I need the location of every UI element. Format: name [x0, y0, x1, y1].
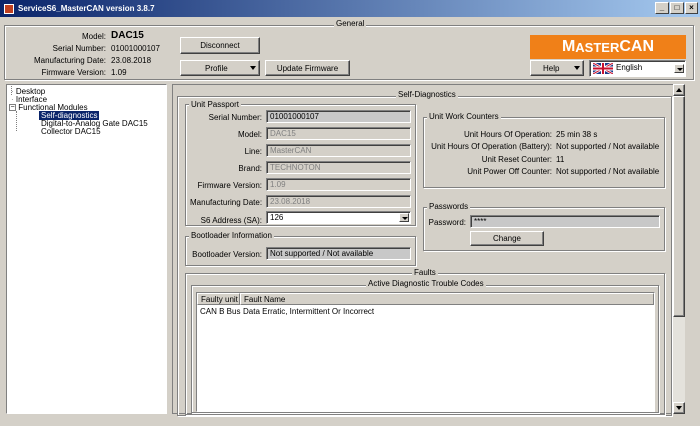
- passport-brand-label: Brand:: [238, 164, 262, 173]
- maximize-button[interactable]: □: [670, 2, 684, 14]
- sa-address-label: S6 Address (SA):: [200, 216, 262, 225]
- mfg-date-label: Manufacturing Date:: [33, 56, 106, 65]
- counter-label: Unit Hours Of Operation:: [463, 130, 552, 139]
- bootloader-version-label: Bootloader Version:: [192, 250, 262, 259]
- counter-value: Not supported / Not available: [556, 167, 660, 176]
- column-header[interactable]: Faulty unit: [197, 293, 240, 305]
- vertical-scrollbar[interactable]: [673, 84, 685, 414]
- passport-serial-label: Serial Number:: [208, 113, 262, 122]
- model-value: DAC15: [111, 30, 144, 41]
- passport-fw-label: Firmware Version:: [197, 181, 262, 190]
- tree-item-collector[interactable]: Collector DAC15: [41, 127, 101, 136]
- language-value: English: [616, 63, 643, 72]
- password-field[interactable]: ****: [470, 215, 660, 228]
- help-button[interactable]: Help: [530, 60, 584, 76]
- passport-fw-field: 1.09: [266, 178, 411, 191]
- collapse-icon[interactable]: −: [9, 104, 16, 112]
- passport-mfg-field: 23.08.2018: [266, 195, 411, 208]
- scroll-up-button[interactable]: [673, 84, 685, 96]
- chevron-down-icon: [574, 66, 580, 70]
- change-password-button[interactable]: Change: [470, 231, 544, 246]
- scroll-thumb[interactable]: [673, 96, 685, 317]
- passport-line-label: Line:: [244, 147, 262, 156]
- minimize-button[interactable]: _: [655, 2, 669, 14]
- dtc-table[interactable]: Faulty unit Fault Name CAN B Bus Data Er…: [196, 292, 655, 412]
- counter-label: Unit Hours Of Operation (Battery):: [431, 142, 552, 151]
- title-bar[interactable]: ServiceS6_MasterCAN version 3.8.7: [0, 0, 700, 17]
- table-cell: CAN B Bus: [200, 307, 241, 316]
- profile-button[interactable]: Profile: [180, 60, 260, 76]
- passwords-legend: Passwords: [427, 202, 471, 211]
- chevron-down-icon[interactable]: [399, 213, 409, 222]
- arrow-down-icon: [676, 406, 682, 410]
- app-icon: [4, 3, 14, 14]
- passport-mfg-label: Manufacturing Date:: [190, 198, 263, 207]
- language-select[interactable]: English: [589, 60, 686, 77]
- navigation-tree[interactable]: · Desktop · Interface − Functional Modul…: [6, 84, 167, 414]
- passwords-group: [423, 207, 665, 251]
- model-label: Model:: [81, 32, 106, 41]
- arrow-up-icon: [676, 88, 682, 92]
- work-counters-legend: Unit Work Counters: [427, 112, 501, 121]
- serial-value: 01001000107: [111, 44, 160, 53]
- help-label: Help: [543, 63, 560, 73]
- sa-address-value: 126: [270, 213, 284, 222]
- passport-brand-field: TECHNOTON: [266, 161, 411, 174]
- sa-address-select[interactable]: 126: [266, 211, 411, 224]
- general-legend: General: [334, 19, 367, 28]
- counter-value: 25 min 38 s: [556, 130, 598, 139]
- scroll-down-button[interactable]: [673, 402, 685, 414]
- table-row[interactable]: CAN B Bus Data Erratic, Intermittent Or …: [197, 306, 654, 316]
- self-diagnostics-legend: Self-Diagnostics: [396, 90, 458, 99]
- profile-label: Profile: [205, 63, 228, 73]
- password-label: Password:: [428, 218, 466, 227]
- update-firmware-button[interactable]: Update Firmware: [265, 60, 350, 76]
- fw-version-label: Firmware Version:: [41, 68, 106, 77]
- passport-serial-field: 01001000107: [266, 110, 411, 123]
- disconnect-button[interactable]: Disconnect: [180, 37, 260, 54]
- uk-flag-icon: [593, 63, 613, 74]
- mfg-date-value: 23.08.2018: [111, 56, 152, 65]
- faults-legend: Faults: [412, 268, 438, 277]
- passport-model-label: Model:: [237, 130, 262, 139]
- serial-label: Serial Number:: [52, 44, 106, 53]
- passport-model-field: DAC15: [266, 127, 411, 140]
- table-cell: Data Erratic, Intermittent Or Incorrect: [243, 307, 375, 316]
- window-title: ServiceS6_MasterCAN version 3.8.7: [18, 4, 155, 13]
- chevron-down-icon: [250, 66, 256, 70]
- passport-line-field: MasterCAN: [266, 144, 411, 157]
- counter-value: Not supported / Not available: [556, 142, 660, 151]
- bootloader-version-field: Not supported / Not available: [266, 247, 411, 260]
- counter-value: 11: [556, 155, 565, 164]
- fw-version-value: 1.09: [111, 68, 127, 77]
- unit-passport-legend: Unit Passport: [189, 100, 242, 109]
- bootloader-legend: Bootloader Information: [189, 231, 274, 240]
- mastercan-logo: M ASTER CAN: [530, 35, 686, 59]
- counter-label: Unit Reset Counter:: [481, 155, 552, 164]
- work-counters-group: [423, 117, 665, 188]
- dtc-legend: Active Diagnostic Trouble Codes: [366, 279, 486, 288]
- chevron-down-icon[interactable]: [674, 64, 684, 73]
- counter-label: Unit Power Off Counter:: [467, 167, 552, 176]
- column-header[interactable]: Fault Name: [240, 293, 654, 305]
- close-button[interactable]: ×: [685, 2, 698, 14]
